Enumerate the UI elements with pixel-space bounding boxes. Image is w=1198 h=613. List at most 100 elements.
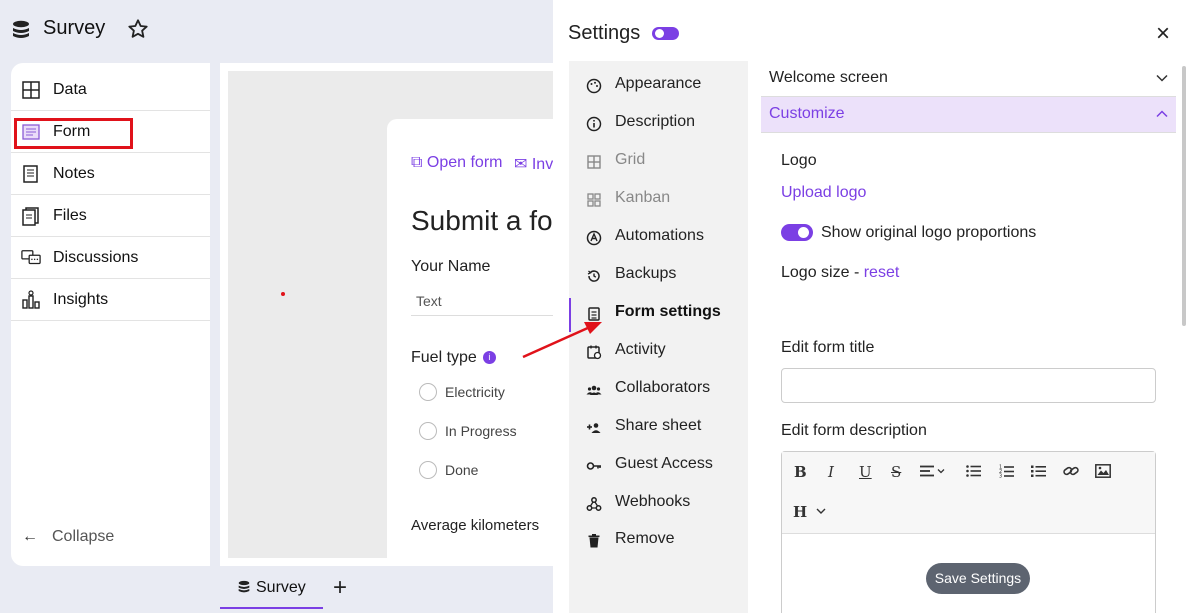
menu-item-form-settings[interactable]: Form settings	[569, 296, 748, 334]
question-label: Average kilometers	[411, 517, 540, 534]
heading-button[interactable]: H	[793, 503, 807, 521]
tab-label: Survey	[256, 579, 306, 596]
settings-menu: Appearance Description Grid Kanban Autom…	[569, 61, 748, 613]
menu-item-guest-access[interactable]: Guest Access	[569, 448, 748, 486]
arrow-left-icon: ←	[22, 528, 38, 545]
fuel-type-label: Fuel type	[411, 349, 477, 366]
webhook-icon	[586, 497, 602, 511]
form-title: Submit a fo	[411, 205, 553, 236]
menu-item-automations[interactable]: Automations	[569, 220, 748, 258]
users-icon	[586, 385, 602, 395]
upload-logo-link[interactable]: Upload logo	[781, 184, 866, 202]
menu-item-description[interactable]: Description	[569, 106, 748, 144]
info-icon[interactable]: i	[482, 351, 496, 364]
grid-icon	[22, 81, 40, 99]
insights-icon	[22, 290, 40, 309]
strikethrough-button[interactable]: S	[891, 463, 901, 481]
database-icon	[13, 20, 29, 38]
files-icon	[22, 207, 39, 226]
key-icon	[586, 462, 601, 470]
chevron-up-icon	[1156, 106, 1168, 121]
numbered-list-icon[interactable]: 123	[999, 464, 1015, 478]
menu-item-collaborators[interactable]: Collaborators	[569, 372, 748, 410]
save-settings-button[interactable]: Save Settings	[926, 563, 1030, 594]
radio-in-progress[interactable]	[419, 422, 437, 440]
history-icon	[587, 270, 600, 282]
underline-button[interactable]: U	[859, 463, 872, 481]
kanban-icon	[587, 193, 601, 207]
menu-item-kanban[interactable]: Kanban	[569, 182, 748, 220]
welcome-screen-accordion[interactable]: Welcome screen	[761, 61, 1176, 97]
sidebar-item-label: Discussions	[53, 248, 139, 266]
align-icon[interactable]	[920, 465, 946, 477]
name-input-placeholder: Text	[416, 293, 442, 309]
logo-proportions-toggle[interactable]	[781, 224, 813, 241]
image-icon[interactable]	[1095, 464, 1111, 478]
menu-item-label: Backups	[615, 265, 677, 282]
active-indicator	[569, 298, 571, 332]
italic-button[interactable]: I	[828, 463, 834, 481]
logo-label: Logo	[781, 152, 817, 169]
logo-size-row: Logo size - reset	[781, 264, 899, 282]
chevron-down-icon[interactable]	[816, 508, 826, 515]
name-input[interactable]: Text	[411, 284, 560, 316]
menu-item-remove[interactable]: Remove	[569, 523, 748, 561]
star-icon[interactable]	[127, 18, 149, 40]
scrollbar[interactable]	[1182, 66, 1186, 326]
menu-item-label: Automations	[615, 227, 704, 244]
open-form-label: Open form	[426, 154, 503, 171]
settings-toggle[interactable]	[652, 27, 679, 40]
add-tab-button[interactable]: +	[333, 574, 347, 602]
close-button[interactable]: ×	[1156, 20, 1170, 48]
menu-item-activity[interactable]: Activity	[569, 334, 748, 372]
menu-item-label: Share sheet	[615, 417, 702, 434]
sidebar-item-notes[interactable]: Notes	[11, 153, 210, 195]
sidebar-item-files[interactable]: Files	[11, 195, 210, 237]
edit-description-label: Edit form description	[781, 422, 927, 439]
menu-item-webhooks[interactable]: Webhooks	[569, 486, 748, 524]
menu-item-label: Collaborators	[615, 379, 711, 396]
link-icon[interactable]	[1063, 464, 1079, 478]
radio-electricity[interactable]	[419, 383, 437, 401]
radio-done[interactable]	[419, 461, 437, 479]
top-bar: Survey	[0, 0, 560, 60]
accordion-label: Customize	[769, 105, 845, 122]
invite-label: Inv	[531, 156, 554, 173]
logo-size-label: Logo size -	[781, 264, 864, 281]
sidebar-item-discussions[interactable]: Discussions	[11, 237, 210, 279]
add-user-icon	[587, 423, 601, 433]
edit-title-label: Edit form title	[781, 339, 875, 356]
editor-toolbar: B I U S 123 H	[782, 452, 1155, 534]
settings-content: Welcome screen Customize Logo Upload log…	[761, 61, 1176, 613]
chevron-down-icon	[1156, 70, 1168, 85]
sidebar-item-data[interactable]: Data	[11, 69, 210, 111]
tab-survey[interactable]: Survey	[220, 566, 323, 609]
discussions-icon	[21, 250, 41, 265]
customize-accordion[interactable]: Customize	[761, 97, 1176, 133]
sidebar-item-insights[interactable]: Insights	[11, 279, 210, 321]
menu-item-backups[interactable]: Backups	[569, 258, 748, 296]
palette-icon	[586, 78, 602, 94]
radio-label: In Progress	[445, 423, 517, 439]
sidebar-item-label: Insights	[53, 290, 109, 308]
checklist-icon[interactable]	[1031, 465, 1047, 477]
edit-title-input[interactable]	[781, 368, 1156, 403]
mail-icon: ✉	[514, 156, 528, 173]
menu-item-grid[interactable]: Grid	[569, 144, 748, 182]
bold-button[interactable]: B	[794, 463, 807, 481]
bullet-list-icon[interactable]	[966, 465, 982, 477]
collapse-button[interactable]: ← Collapse	[22, 528, 114, 546]
invite-link[interactable]: ✉ Inv	[514, 154, 553, 174]
menu-item-label: Remove	[615, 530, 675, 547]
open-form-link[interactable]: ⧉ Open form	[411, 154, 502, 172]
menu-item-share-sheet[interactable]: Share sheet	[569, 410, 748, 448]
question-label: Fuel type i	[411, 349, 496, 367]
database-icon	[238, 580, 250, 593]
menu-item-label: Description	[615, 113, 696, 130]
reset-link[interactable]: reset	[864, 264, 900, 281]
menu-item-appearance[interactable]: Appearance	[569, 68, 748, 106]
settings-panel: Settings × Appearance Description Grid K…	[553, 0, 1198, 613]
logo-proportions-label: Show original logo proportions	[821, 224, 1037, 241]
menu-item-label: Guest Access	[615, 455, 713, 472]
notes-icon	[23, 165, 38, 183]
